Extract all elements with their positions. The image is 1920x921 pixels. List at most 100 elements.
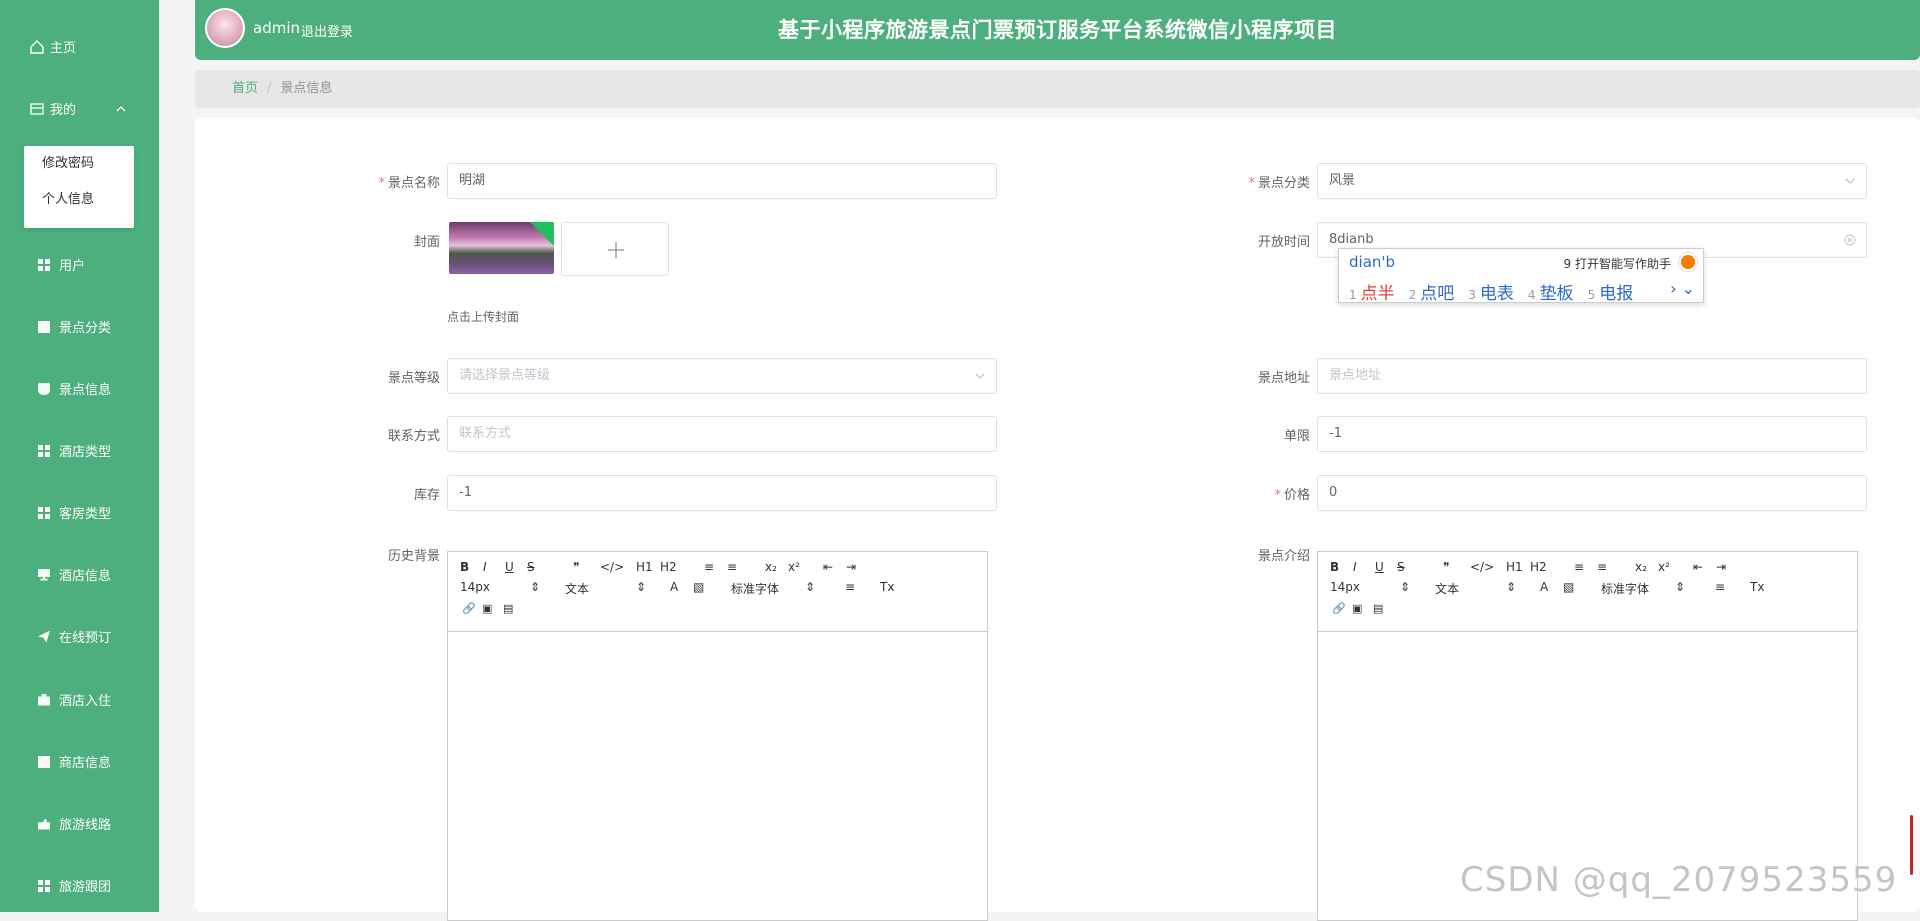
ime-logo-icon — [1679, 253, 1697, 271]
image-icon[interactable]: ▣ — [482, 602, 492, 615]
link-icon[interactable]: 🔗 — [462, 602, 476, 615]
toolbar-button[interactable]: I — [483, 560, 487, 574]
toolbar-button[interactable]: ≡ — [1574, 560, 1584, 574]
breadcrumb: 首页 / 景点信息 — [195, 70, 1920, 108]
ime-candidate[interactable]: 4 垫板 — [1528, 284, 1574, 304]
select-arrows-icon: ⇕ — [1400, 580, 1411, 594]
sidebar-item-label: 旅游线路 — [59, 818, 112, 833]
toolbar-button[interactable]: ❞ — [1443, 560, 1449, 574]
sidebar-item-11[interactable]: 旅游跟团 — [38, 876, 111, 895]
toolbar-button[interactable]: x² — [788, 560, 800, 574]
toolbar-icon[interactable]: Tx — [1750, 580, 1764, 594]
limit-input[interactable]: -1 — [1317, 416, 1867, 452]
toolbar-button[interactable]: x₂ — [765, 560, 777, 574]
address-input[interactable]: 景点地址 — [1317, 358, 1867, 394]
link-icon[interactable]: 🔗 — [1332, 602, 1346, 615]
category-select[interactable]: 风景 — [1317, 163, 1867, 199]
ime-ai-hint[interactable]: 9 打开智能写作助手 — [1564, 255, 1671, 272]
sidebar-item-1[interactable]: 用户 — [38, 255, 85, 274]
ime-next-icon[interactable]: › ⌄ — [1670, 279, 1695, 298]
header-select[interactable]: 文本 — [1435, 580, 1459, 597]
history-editor[interactable]: B I U S ❞ </> H1 H2 ≡ ≡ x₂ x² ⇤ ⇥ 14px 文本 标准字体 ⇕ ⇕ ⇕ A ▧ ≡ Tx 🔗 ▣… — [447, 551, 988, 921]
video-icon[interactable]: ▤ — [503, 602, 513, 615]
toolbar-button[interactable]: U — [1375, 560, 1384, 574]
nav-mine[interactable]: 我的 — [30, 99, 132, 118]
price-input[interactable]: 0 — [1317, 475, 1867, 511]
toolbar-icon[interactable]: A — [670, 580, 678, 594]
sidebar: 主页 我的 修改密码 个人信息 用户景点分类景点信息酒店类型客房类型酒店信息在线… — [0, 0, 159, 912]
video-icon[interactable]: ▤ — [1373, 602, 1383, 615]
toolbar-button[interactable]: B — [460, 560, 469, 574]
toolbar-button[interactable]: H2 — [1530, 560, 1547, 574]
toolbar-icon[interactable]: ▧ — [1563, 580, 1574, 594]
image-icon[interactable]: ▣ — [1352, 602, 1362, 615]
grid-icon — [38, 506, 50, 519]
sidebar-item-9[interactable]: 商店信息 — [38, 752, 111, 771]
nav-mine-label: 我的 — [50, 103, 77, 118]
ime-candidate[interactable]: 5 电报 — [1588, 284, 1634, 304]
toolbar-button[interactable]: ⇤ — [823, 560, 833, 574]
toolbar-button[interactable]: x₂ — [1635, 560, 1647, 574]
toolbar-button[interactable]: ≡ — [704, 560, 714, 574]
editor-toolbar: B I U S ❞ </> H1 H2 ≡ ≡ x₂ x² ⇤ ⇥ 14px 文本 标准字体 ⇕ ⇕ ⇕ A ▧ ≡ Tx 🔗 ▣… — [1318, 552, 1857, 632]
toolbar-button[interactable]: ≡ — [727, 560, 737, 574]
clear-icon[interactable] — [1844, 234, 1856, 246]
mine-submenu: 修改密码 个人信息 — [24, 146, 134, 228]
toolbar-button[interactable]: H1 — [1506, 560, 1523, 574]
toolbar-icon[interactable]: A — [1540, 580, 1548, 594]
submenu-profile[interactable]: 个人信息 — [24, 182, 134, 218]
ime-candidate[interactable]: 2 点吧 — [1409, 284, 1455, 304]
sidebar-item-10[interactable]: 旅游线路 — [38, 814, 111, 833]
toolbar-button[interactable]: H2 — [660, 560, 677, 574]
level-select[interactable]: 请选择景点等级 — [447, 358, 997, 394]
sidebar-item-7[interactable]: 在线预订 — [38, 627, 111, 646]
sidebar-item-label: 景点分类 — [59, 321, 112, 336]
submenu-change-password[interactable]: 修改密码 — [24, 146, 134, 182]
sidebar-item-4[interactable]: 酒店类型 — [38, 441, 111, 460]
ime-candidate[interactable]: 1 点半 — [1349, 284, 1395, 304]
sidebar-item-5[interactable]: 客房类型 — [38, 503, 111, 522]
font-size-select[interactable]: 14px — [1330, 580, 1360, 594]
font-family-select[interactable]: 标准字体 — [731, 580, 779, 597]
toolbar-button[interactable]: ⇤ — [1693, 560, 1703, 574]
upload-cover-button[interactable] — [561, 222, 669, 276]
building-icon — [38, 755, 50, 768]
ime-candidate-window: dian'b 9 打开智能写作助手 1 点半 2 点吧 3 电表 4 垫板 5 电报 › ⌄ — [1338, 248, 1704, 304]
font-size-select[interactable]: 14px — [460, 580, 490, 594]
toolbar-icon[interactable]: ▧ — [693, 580, 704, 594]
hand-icon — [38, 818, 50, 830]
toolbar-icon[interactable]: ≡ — [845, 580, 855, 594]
scroll-thermometer — [1910, 815, 1913, 875]
sidebar-item-2[interactable]: 景点分类 — [38, 317, 111, 336]
stock-input[interactable]: -1 — [447, 475, 997, 511]
toolbar-button[interactable]: S — [527, 560, 535, 574]
toolbar-button[interactable]: ≡ — [1597, 560, 1607, 574]
toolbar-button[interactable]: S — [1397, 560, 1405, 574]
page-title: 基于小程序旅游景点门票预订服务平台系统微信小程序项目 — [778, 18, 1337, 42]
nav-home[interactable]: 主页 — [30, 37, 76, 56]
toolbar-icon[interactable]: Tx — [880, 580, 894, 594]
select-arrows-icon: ⇕ — [1675, 580, 1686, 594]
toolbar-button[interactable]: </> — [600, 560, 624, 574]
header-select[interactable]: 文本 — [565, 580, 589, 597]
toolbar-button[interactable]: x² — [1658, 560, 1670, 574]
sidebar-item-6[interactable]: 酒店信息 — [38, 565, 111, 584]
sidebar-item-3[interactable]: 景点信息 — [38, 379, 111, 398]
toolbar-button[interactable]: </> — [1470, 560, 1494, 574]
toolbar-icon[interactable]: ≡ — [1715, 580, 1725, 594]
toolbar-button[interactable]: ⇥ — [846, 560, 856, 574]
sidebar-item-8[interactable]: 酒店入住 — [38, 690, 111, 709]
contact-input[interactable]: 联系方式 — [447, 416, 997, 452]
toolbar-button[interactable]: B — [1330, 560, 1339, 574]
toolbar-button[interactable]: I — [1353, 560, 1357, 574]
toolbar-button[interactable]: ⇥ — [1716, 560, 1726, 574]
font-family-select[interactable]: 标准字体 — [1601, 580, 1649, 597]
toolbar-button[interactable]: ❞ — [573, 560, 579, 574]
toolbar-button[interactable]: H1 — [636, 560, 653, 574]
cover-image[interactable] — [449, 222, 554, 274]
ime-candidate[interactable]: 3 电表 — [1468, 284, 1514, 304]
name-input[interactable]: 明湖 — [447, 163, 997, 199]
toolbar-button[interactable]: U — [505, 560, 514, 574]
select-arrows-icon: ⇕ — [805, 580, 816, 594]
breadcrumb-home[interactable]: 首页 — [232, 81, 258, 96]
